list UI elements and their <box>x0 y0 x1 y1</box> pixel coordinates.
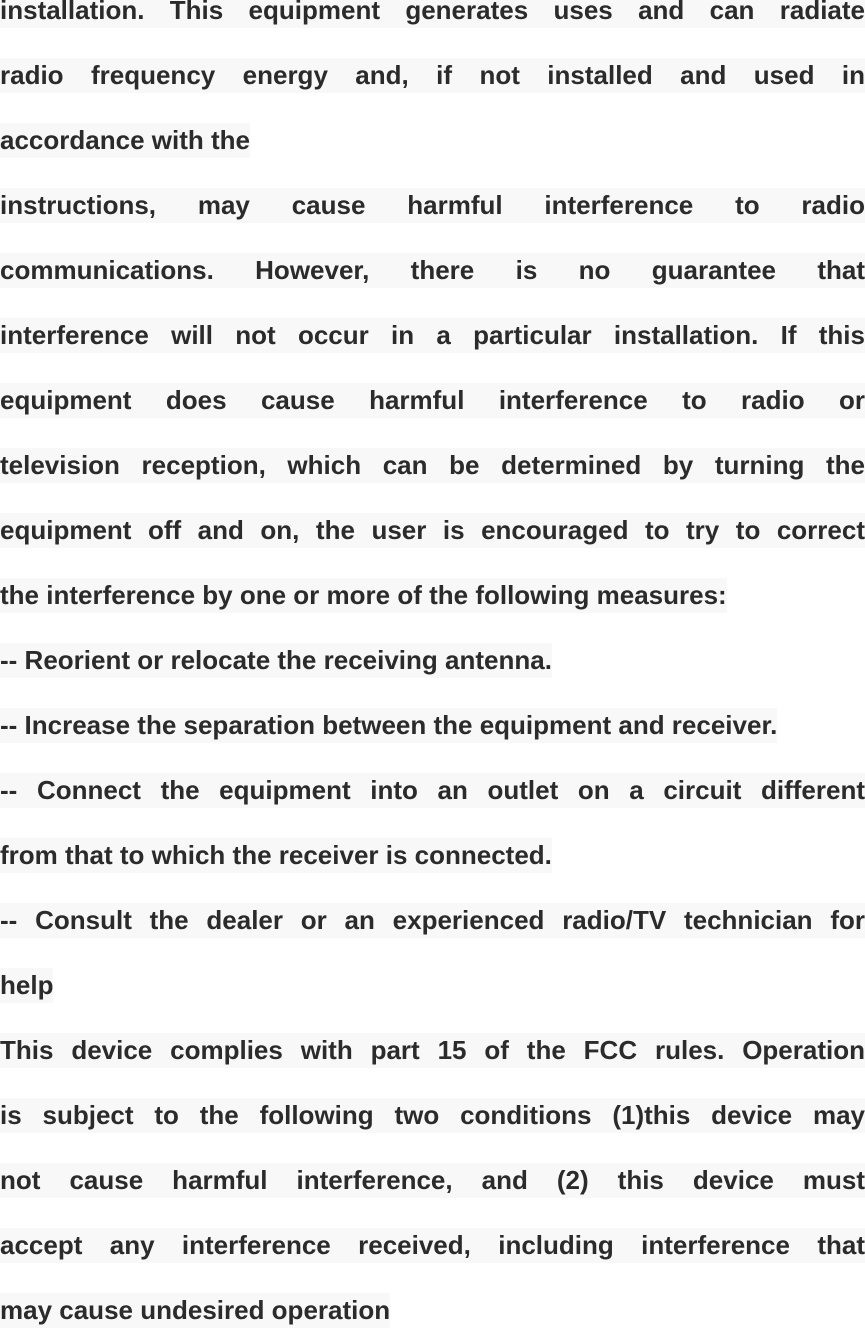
line-text: communications. However, there is no gua… <box>0 253 865 288</box>
line-text: equipment off and on, the user is encour… <box>0 513 865 548</box>
line-text: accordance with the <box>0 123 250 158</box>
document-body: installation. This equipment generates u… <box>0 0 865 1343</box>
line-text: -- Reorient or relocate the receiving an… <box>0 643 552 678</box>
text-line: from that to which the receiver is conne… <box>0 823 865 888</box>
text-line: television reception, which can be deter… <box>0 433 865 498</box>
line-text: equipment does cause harmful interferenc… <box>0 383 865 418</box>
line-text: instructions, may cause harmful interfer… <box>0 188 865 223</box>
list-item-reorient-antenna: -- Reorient or relocate the receiving an… <box>0 628 865 693</box>
line-text: the interference by one or more of the f… <box>0 578 727 613</box>
fcc-statement-line: not cause harmful interference, and (2) … <box>0 1148 865 1213</box>
text-line: equipment does cause harmful interferenc… <box>0 368 865 433</box>
text-line: radio frequency energy and, if not insta… <box>0 43 865 108</box>
fcc-statement-line: This device complies with part 15 of the… <box>0 1018 865 1083</box>
list-item-increase-separation: -- Increase the separation between the e… <box>0 693 865 758</box>
fcc-statement-line: may cause undesired operation <box>0 1278 865 1343</box>
text-line: communications. However, there is no gua… <box>0 238 865 303</box>
line-text: from that to which the receiver is conne… <box>0 838 552 873</box>
line-text: -- Increase the separation between the e… <box>0 708 778 743</box>
fcc-statement-line: is subject to the following two conditio… <box>0 1083 865 1148</box>
text-line: interference will not occur in a particu… <box>0 303 865 368</box>
line-text: radio frequency energy and, if not insta… <box>0 58 865 93</box>
text-line: equipment off and on, the user is encour… <box>0 498 865 563</box>
line-text: not cause harmful interference, and (2) … <box>0 1163 865 1198</box>
fcc-statement-line: accept any interference received, includ… <box>0 1213 865 1278</box>
line-text: -- Consult the dealer or an experienced … <box>0 903 865 938</box>
line-text: is subject to the following two conditio… <box>0 1098 865 1133</box>
line-text: accept any interference received, includ… <box>0 1228 865 1263</box>
text-line: help <box>0 953 865 1018</box>
text-line: installation. This equipment generates u… <box>0 0 865 43</box>
line-text: installation. This equipment generates u… <box>0 0 865 28</box>
text-line: the interference by one or more of the f… <box>0 563 865 628</box>
list-item-consult-dealer: -- Consult the dealer or an experienced … <box>0 888 865 953</box>
line-text: help <box>0 968 54 1003</box>
text-line: instructions, may cause harmful interfer… <box>0 173 865 238</box>
list-item-connect-outlet: -- Connect the equipment into an outlet … <box>0 758 865 823</box>
line-text: television reception, which can be deter… <box>0 448 865 483</box>
line-text: may cause undesired operation <box>0 1293 391 1328</box>
text-line: accordance with the <box>0 108 865 173</box>
line-text: interference will not occur in a particu… <box>0 318 865 353</box>
line-text: This device complies with part 15 of the… <box>0 1033 865 1068</box>
line-text: -- Connect the equipment into an outlet … <box>0 773 865 808</box>
